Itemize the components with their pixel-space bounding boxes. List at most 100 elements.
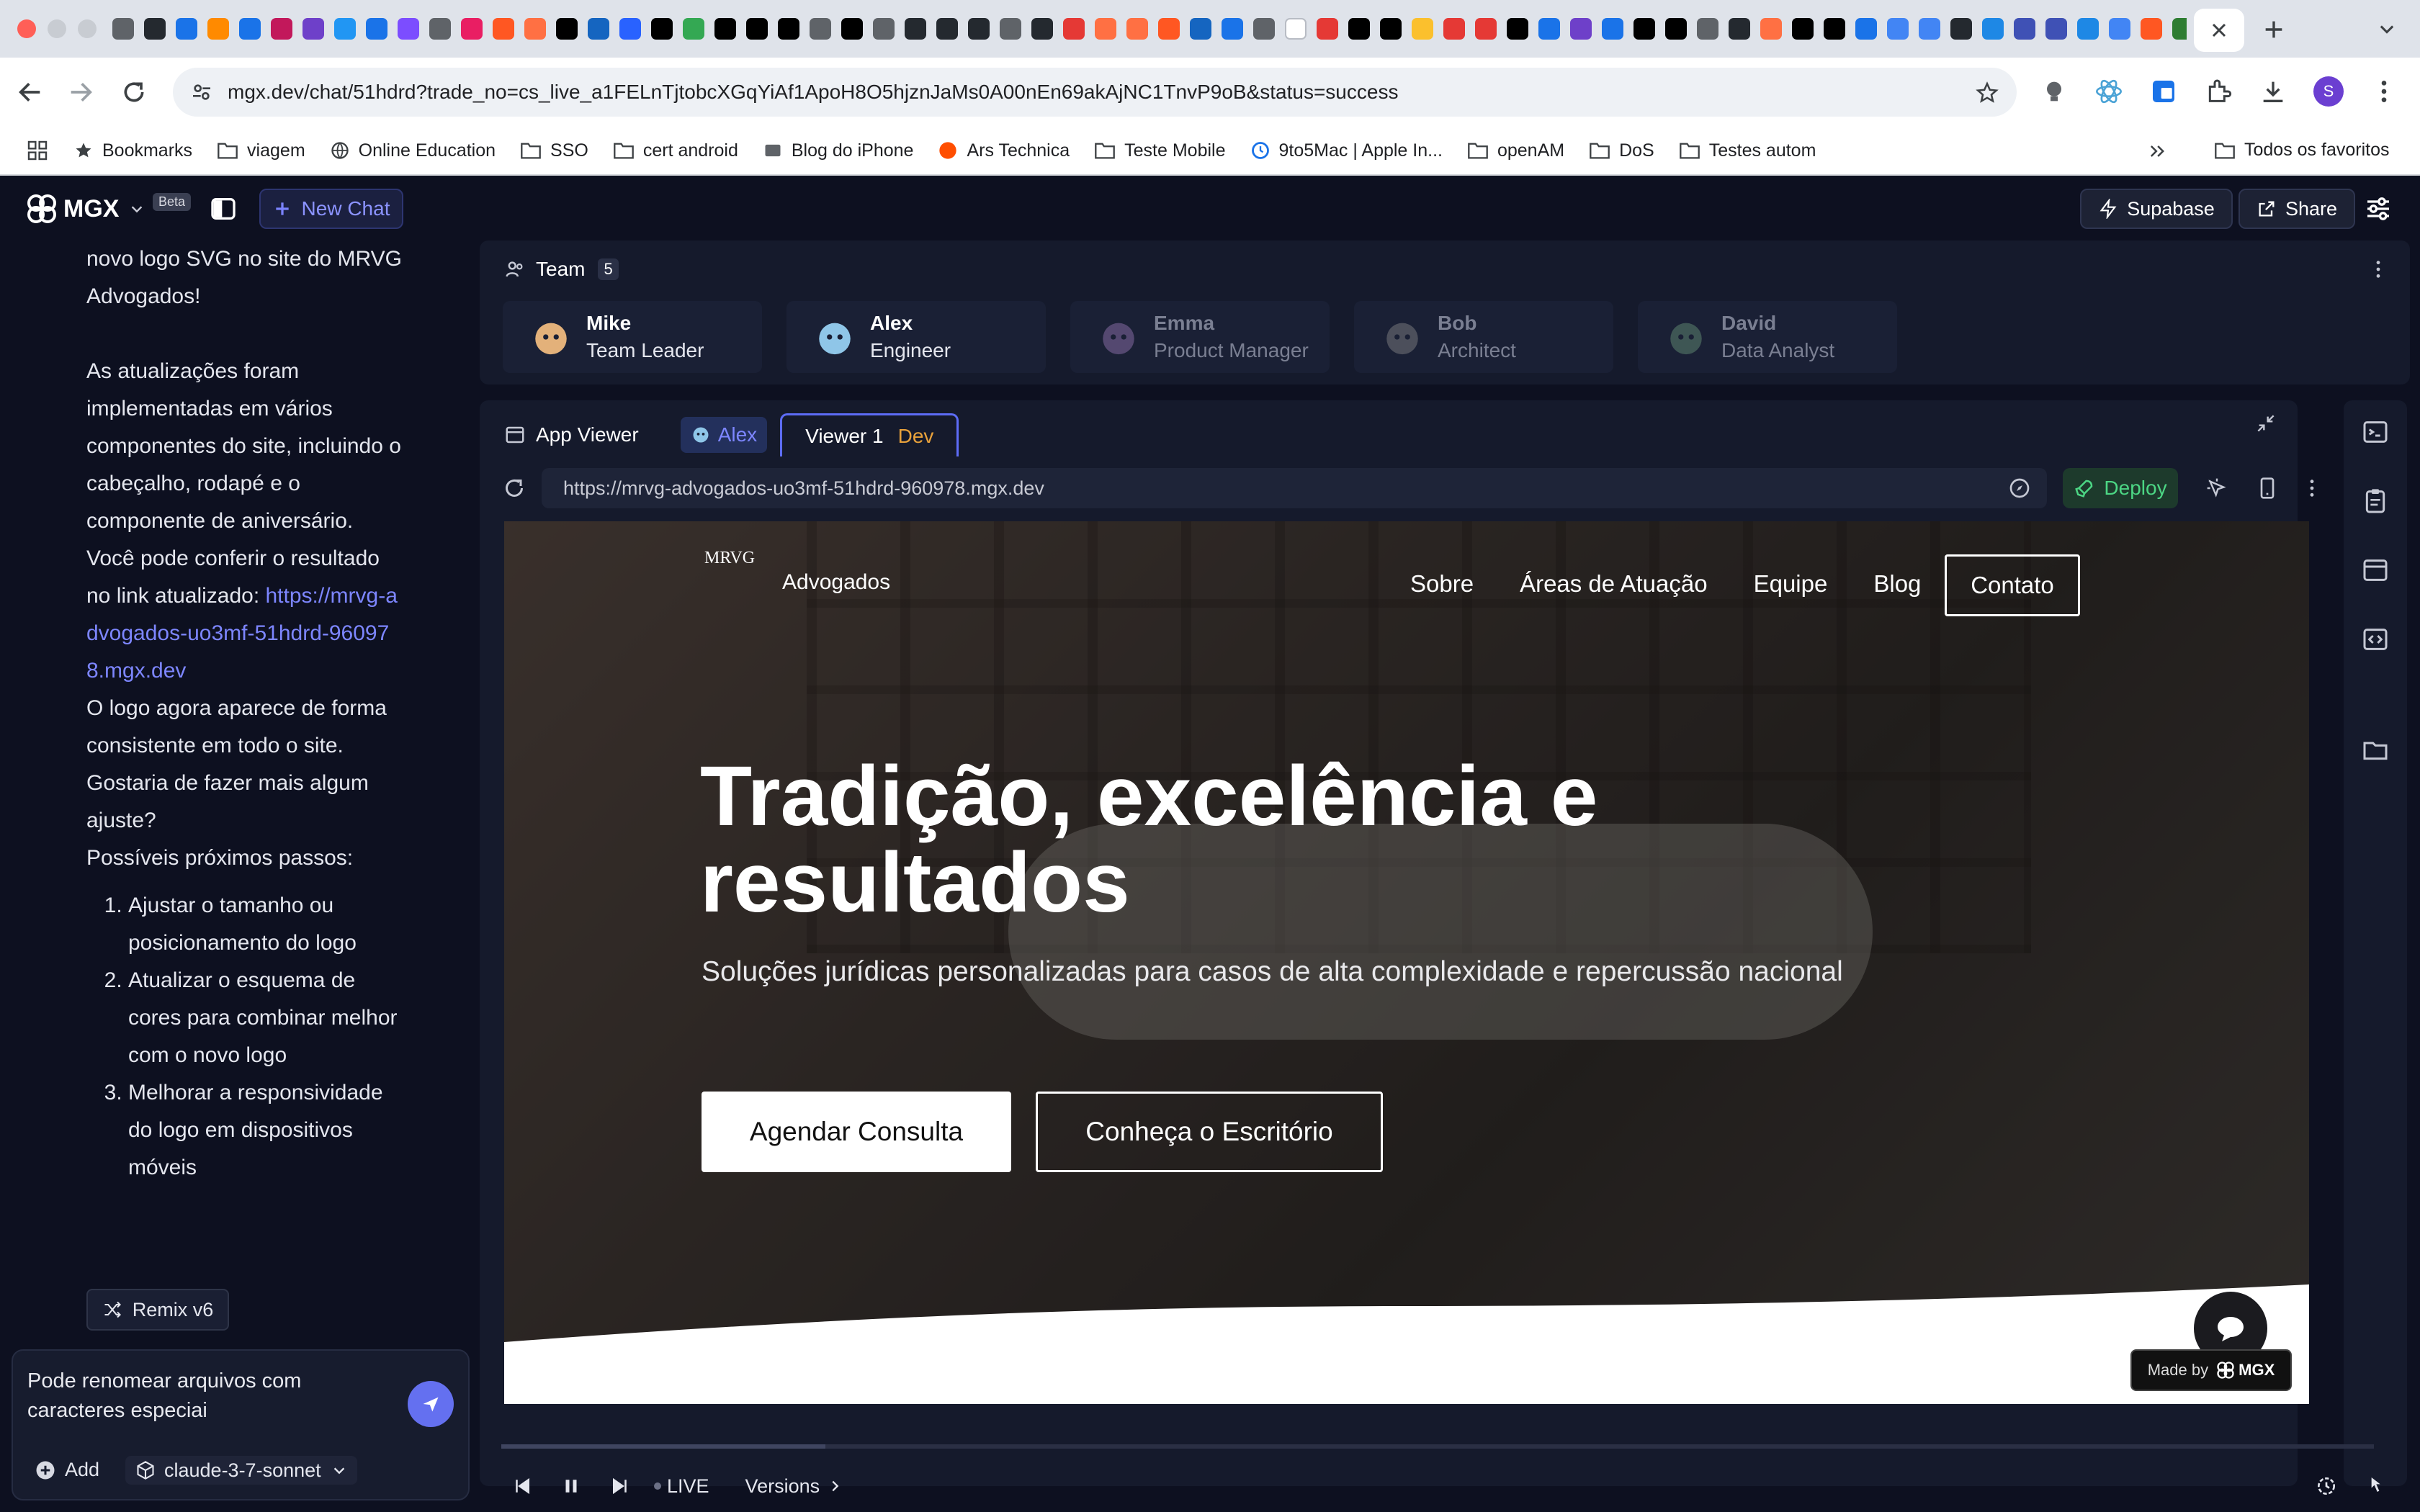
nav-areas-de-atuacao[interactable]: Áreas de Atuação: [1520, 570, 1708, 598]
new-chat-button[interactable]: New Chat: [259, 189, 403, 229]
tab-search-icon[interactable]: [2377, 19, 2397, 39]
bookmark-blog-do-iphone[interactable]: Blog do iPhone: [763, 140, 913, 161]
conheca-escritorio-button[interactable]: Conheça o Escritório: [1036, 1092, 1383, 1172]
versions-button[interactable]: Versions: [745, 1475, 843, 1498]
team-member-card[interactable]: Alex Engineer: [786, 301, 1046, 373]
folder-icon[interactable]: [2361, 736, 2390, 765]
extension-bulb-icon[interactable]: [2040, 77, 2069, 106]
tab-favicon-icon[interactable]: [683, 18, 704, 40]
pointer-tool-icon[interactable]: [2364, 1475, 2387, 1498]
tab-favicon-icon[interactable]: [302, 18, 324, 40]
site-brand-name[interactable]: Advogados: [782, 570, 890, 595]
tab-favicon-icon[interactable]: [1538, 18, 1560, 40]
model-selector[interactable]: claude-3-7-sonnet: [125, 1456, 357, 1485]
deploy-button[interactable]: Deploy: [2063, 468, 2178, 508]
bookmark-testes-autom[interactable]: Testes autom: [1679, 140, 1816, 161]
minimize-window-button[interactable]: [48, 19, 66, 38]
settings-sliders-icon[interactable]: [2364, 194, 2393, 223]
nav-sobre[interactable]: Sobre: [1410, 570, 1474, 598]
nav-blog[interactable]: Blog: [1873, 570, 1921, 598]
tab-favicon-icon[interactable]: [1222, 18, 1243, 40]
tab-favicon-icon[interactable]: [2045, 18, 2067, 40]
chat-input[interactable]: Pode renomear arquivos com caracteres es…: [27, 1367, 373, 1426]
tab-favicon-icon[interactable]: [556, 18, 578, 40]
site-logo[interactable]: MRVG: [704, 549, 755, 568]
browser-window-icon[interactable]: [2361, 556, 2390, 585]
tab-favicon-icon[interactable]: [936, 18, 958, 40]
tab-favicon-icon[interactable]: [1126, 18, 1148, 40]
extension-translate-icon[interactable]: [2149, 77, 2178, 106]
tab-favicon-icon[interactable]: [1031, 18, 1053, 40]
bookmark-dos[interactable]: DoS: [1589, 140, 1654, 161]
select-element-icon[interactable]: [2205, 477, 2228, 500]
tab-favicon-icon[interactable]: [493, 18, 514, 40]
team-menu-icon[interactable]: [2367, 258, 2390, 281]
close-tab-icon[interactable]: [2210, 22, 2228, 39]
tab-favicon-icon[interactable]: [1729, 18, 1750, 40]
bookmark-viagem[interactable]: viagem: [217, 140, 305, 161]
tab-viewer-1[interactable]: Viewer 1 Dev: [780, 413, 959, 456]
tab-favicon-icon[interactable]: [524, 18, 546, 40]
bookmark-online-education[interactable]: Online Education: [330, 140, 496, 161]
tab-favicon-icon[interactable]: [1887, 18, 1909, 40]
share-button[interactable]: Share: [2238, 189, 2355, 229]
viewer-url-bar[interactable]: https://mrvg-advogados-uo3mf-51hdrd-9609…: [542, 468, 2047, 508]
tab-favicon-icon[interactable]: [714, 18, 736, 40]
add-attachment-button[interactable]: Add: [35, 1459, 99, 1481]
team-member-card[interactable]: Emma Product Manager: [1070, 301, 1330, 373]
apps-grid-icon[interactable]: [26, 139, 49, 162]
skip-forward-icon[interactable]: [609, 1475, 631, 1497]
tab-favicon-icon[interactable]: [1253, 18, 1275, 40]
minimize-panel-icon[interactable]: [2254, 412, 2277, 435]
tab-favicon-icon[interactable]: [207, 18, 229, 40]
bookmark-ars-technica[interactable]: Ars Technica: [938, 140, 1070, 161]
clipboard-icon[interactable]: [2361, 487, 2390, 516]
tab-favicon-icon[interactable]: [968, 18, 990, 40]
tab-favicon-icon[interactable]: [1095, 18, 1116, 40]
tab-favicon-icon[interactable]: [1317, 18, 1338, 40]
tab-favicon-icon[interactable]: [112, 18, 134, 40]
tab-favicon-icon[interactable]: [1443, 18, 1465, 40]
tab-favicon-icon[interactable]: [1412, 18, 1433, 40]
remix-button[interactable]: Remix v6: [86, 1289, 229, 1331]
nav-equipe[interactable]: Equipe: [1754, 570, 1828, 598]
history-icon[interactable]: [2315, 1475, 2338, 1498]
bookmark-bookmarks[interactable]: Bookmarks: [73, 140, 192, 161]
tab-favicon-icon[interactable]: [1475, 18, 1497, 40]
tab-favicon-icon[interactable]: [271, 18, 292, 40]
tab-favicon-icon[interactable]: [619, 18, 641, 40]
tab-favicon-icon[interactable]: [1602, 18, 1623, 40]
tab-favicon-icon[interactable]: [810, 18, 831, 40]
back-icon[interactable]: [16, 78, 45, 107]
close-window-button[interactable]: [17, 19, 36, 38]
more-bookmarks-icon[interactable]: [2146, 141, 2168, 161]
mgx-brand-menu[interactable]: MGX: [24, 192, 145, 226]
supabase-button[interactable]: Supabase: [2080, 189, 2233, 229]
bookmark-9to5mac[interactable]: 9to5Mac | Apple In...: [1250, 140, 1443, 161]
tab-favicon-icon[interactable]: [778, 18, 799, 40]
tab-favicon-icon[interactable]: [398, 18, 419, 40]
timeline-track[interactable]: [501, 1444, 2374, 1449]
new-tab-icon[interactable]: [2262, 17, 2286, 42]
tab-favicon-icon[interactable]: [588, 18, 609, 40]
bookmark-star-icon[interactable]: [1975, 81, 1999, 105]
forward-icon[interactable]: [66, 78, 95, 107]
tab-favicon-icon[interactable]: [1507, 18, 1528, 40]
tab-favicon-icon[interactable]: [1855, 18, 1877, 40]
tab-favicon-icon[interactable]: [2014, 18, 2035, 40]
tab-favicon-icon[interactable]: [334, 18, 356, 40]
team-member-card[interactable]: David Data Analyst: [1638, 301, 1897, 373]
active-tab[interactable]: [2194, 9, 2244, 52]
compass-icon[interactable]: [2008, 477, 2031, 500]
tab-favicon-icon[interactable]: [1285, 18, 1307, 40]
bookmark-openam[interactable]: openAM: [1467, 140, 1564, 161]
tab-favicon-icon[interactable]: [873, 18, 895, 40]
maximize-window-button[interactable]: [78, 19, 97, 38]
tab-favicon-icon[interactable]: [1919, 18, 1940, 40]
tab-favicon-icon[interactable]: [176, 18, 197, 40]
tab-favicon-icon[interactable]: [1158, 18, 1180, 40]
tab-favicon-icon[interactable]: [1634, 18, 1655, 40]
send-button[interactable]: [408, 1381, 454, 1427]
viewer-url-text[interactable]: https://mrvg-advogados-uo3mf-51hdrd-9609…: [563, 477, 1044, 500]
tab-favicon-icon[interactable]: [2109, 18, 2130, 40]
